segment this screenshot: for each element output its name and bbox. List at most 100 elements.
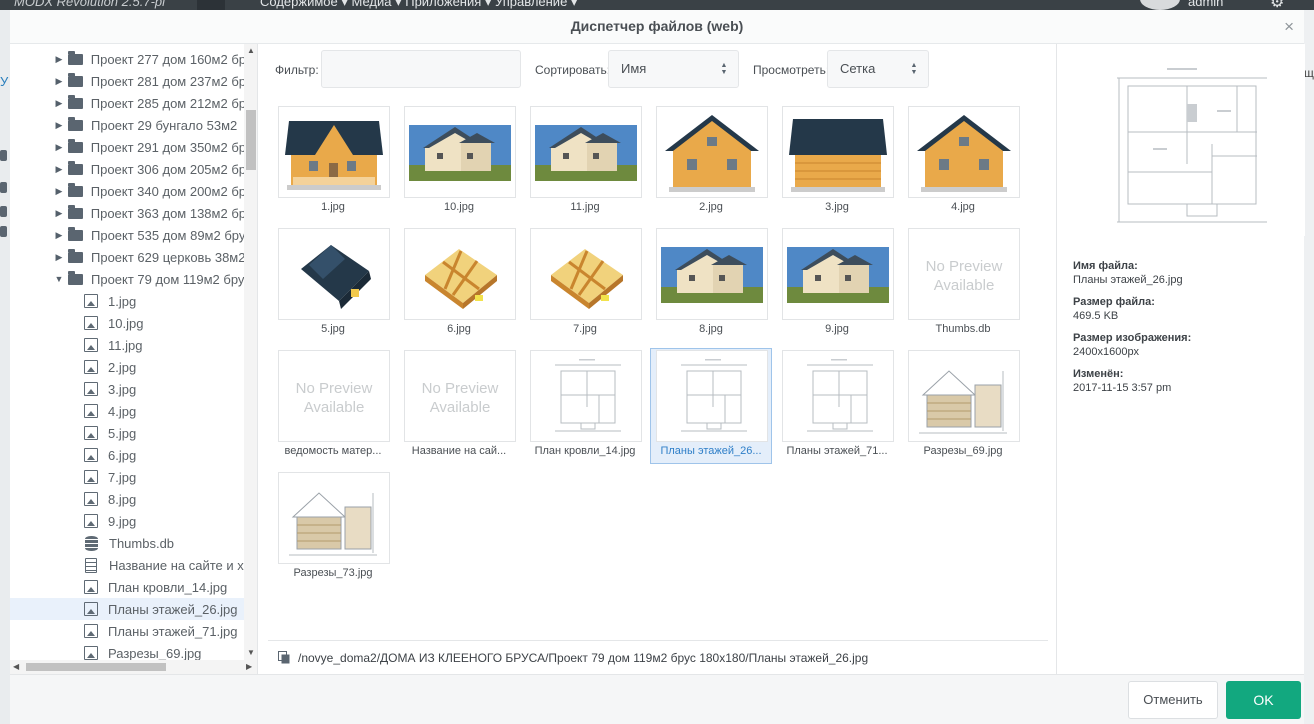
- search-icon[interactable]: [197, 0, 225, 10]
- tree-folder-item[interactable]: ▶ Проект 535 дом 89м2 бру: [10, 224, 246, 246]
- file-tile[interactable]: No Preview Available ведомость матер...: [272, 348, 394, 464]
- tree-file-item[interactable]: 10.jpg: [10, 312, 246, 334]
- thumbnail-image: [909, 351, 1019, 441]
- file-name: 9.jpg: [825, 323, 849, 335]
- file-tile[interactable]: 11.jpg: [524, 104, 646, 220]
- file-thumbnail[interactable]: [404, 106, 516, 198]
- tree-folder-item[interactable]: ▶ Проект 306 дом 205м2 бр: [10, 158, 246, 180]
- file-tile[interactable]: 10.jpg: [398, 104, 520, 220]
- user-name[interactable]: admin: [1188, 0, 1223, 9]
- file-thumbnail[interactable]: [278, 472, 390, 564]
- tree-file-item[interactable]: 9.jpg: [10, 510, 246, 532]
- tree-folder-item[interactable]: ▶ Проект 285 дом 212м2 бр: [10, 92, 246, 114]
- file-tile[interactable]: 4.jpg: [902, 104, 1024, 220]
- tree-file-item[interactable]: Разрезы_69.jpg: [10, 642, 246, 660]
- file-tile[interactable]: Разрезы_69.jpg: [902, 348, 1024, 464]
- tree-file-item[interactable]: 5.jpg: [10, 422, 246, 444]
- tree-folder-item[interactable]: ▶ Проект 629 церковь 38м2: [10, 246, 246, 268]
- tree-file-item[interactable]: 2.jpg: [10, 356, 246, 378]
- scrollbar-thumb[interactable]: [246, 110, 256, 170]
- tree-file-item[interactable]: 11.jpg: [10, 334, 246, 356]
- sort-select[interactable]: Имя ▲ ▼: [608, 50, 739, 88]
- file-tile[interactable]: План кровли_14.jpg: [524, 348, 646, 464]
- file-tile[interactable]: 6.jpg: [398, 226, 520, 342]
- file-tile[interactable]: Планы этажей_71...: [776, 348, 898, 464]
- caret-down-icon[interactable]: ▼: [52, 274, 66, 284]
- tree-file-item[interactable]: Название на сайте и х: [10, 554, 246, 576]
- caret-right-icon[interactable]: ▶: [52, 208, 66, 219]
- scroll-right-icon[interactable]: ▶: [246, 662, 252, 671]
- scroll-left-icon[interactable]: ◀: [13, 662, 19, 671]
- copy-icon[interactable]: [278, 651, 290, 664]
- caret-right-icon[interactable]: ▶: [52, 142, 66, 153]
- file-tile[interactable]: 9.jpg: [776, 226, 898, 342]
- tree-file-item[interactable]: 4.jpg: [10, 400, 246, 422]
- file-tile[interactable]: 7.jpg: [524, 226, 646, 342]
- tree-file-item[interactable]: Планы этажей_71.jpg: [10, 620, 246, 642]
- tree-folder-item[interactable]: ▶ Проект 281 дом 237м2 бр: [10, 70, 246, 92]
- file-tile[interactable]: 2.jpg: [650, 104, 772, 220]
- filter-input[interactable]: [321, 50, 521, 88]
- file-thumbnail[interactable]: No Preview Available: [404, 350, 516, 442]
- caret-right-icon[interactable]: ▶: [52, 230, 66, 241]
- ok-button[interactable]: OK: [1226, 681, 1301, 719]
- scrollbar-thumb[interactable]: [26, 663, 166, 671]
- tree-folder-item[interactable]: ▶ Проект 277 дом 160м2 бр: [10, 48, 246, 70]
- tree-file-item[interactable]: 1.jpg: [10, 290, 246, 312]
- tree-horizontal-scrollbar[interactable]: ◀ ▶: [10, 660, 258, 674]
- file-thumbnail[interactable]: [530, 106, 642, 198]
- tree-file-item[interactable]: Планы этажей_26.jpg: [10, 598, 246, 620]
- file-tile[interactable]: 3.jpg: [776, 104, 898, 220]
- tree-file-item[interactable]: 6.jpg: [10, 444, 246, 466]
- file-thumbnail[interactable]: [278, 106, 390, 198]
- tree-file-item[interactable]: Thumbs.db: [10, 532, 246, 554]
- app-main-menu[interactable]: Содержимое ▾ Медиа ▾ Приложения ▾ Управл…: [260, 0, 577, 10]
- close-icon[interactable]: ×: [1284, 18, 1294, 35]
- file-tile[interactable]: No Preview Available Название на сай...: [398, 348, 520, 464]
- file-thumbnail[interactable]: [530, 350, 642, 442]
- tree-file-item[interactable]: 8.jpg: [10, 488, 246, 510]
- scroll-down-icon[interactable]: ▼: [244, 648, 257, 657]
- file-thumbnail[interactable]: No Preview Available: [278, 350, 390, 442]
- caret-right-icon[interactable]: ▶: [52, 54, 66, 65]
- gear-icon[interactable]: ⚙: [1270, 0, 1284, 10]
- file-tile[interactable]: 5.jpg: [272, 226, 394, 342]
- caret-right-icon[interactable]: ▶: [52, 252, 66, 263]
- tree-vertical-scrollbar[interactable]: ▲ ▼: [244, 44, 257, 660]
- file-thumbnail[interactable]: [278, 228, 390, 320]
- tree-folder-item[interactable]: ▶ Проект 363 дом 138м2 бр: [10, 202, 246, 224]
- file-thumbnail[interactable]: No Preview Available: [908, 228, 1020, 320]
- file-thumbnail[interactable]: [908, 106, 1020, 198]
- file-tile[interactable]: 8.jpg: [650, 226, 772, 342]
- background-right-panel: щ: [1304, 10, 1314, 724]
- tree-file-item[interactable]: 7.jpg: [10, 466, 246, 488]
- file-tile[interactable]: No Preview Available Thumbs.db: [902, 226, 1024, 342]
- file-thumbnail[interactable]: [782, 228, 894, 320]
- cancel-button[interactable]: Отменить: [1128, 681, 1218, 719]
- file-thumbnail[interactable]: [656, 228, 768, 320]
- file-tile[interactable]: 1.jpg: [272, 104, 394, 220]
- caret-right-icon[interactable]: ▶: [52, 164, 66, 175]
- caret-right-icon[interactable]: ▶: [52, 98, 66, 109]
- tree-folder-item[interactable]: ▶ Проект 291 дом 350м2 бр: [10, 136, 246, 158]
- scroll-up-icon[interactable]: ▲: [244, 46, 257, 55]
- tree-folder-item[interactable]: ▶ Проект 340 дом 200м2 бр: [10, 180, 246, 202]
- caret-right-icon[interactable]: ▶: [52, 120, 66, 131]
- tree-file-item[interactable]: План кровли_14.jpg: [10, 576, 246, 598]
- file-thumbnail[interactable]: [656, 106, 768, 198]
- tree-folder-item[interactable]: ▶ Проект 29 бунгало 53м2: [10, 114, 246, 136]
- file-thumbnail[interactable]: [782, 350, 894, 442]
- file-thumbnail[interactable]: [404, 228, 516, 320]
- avatar[interactable]: [1140, 0, 1180, 10]
- file-thumbnail[interactable]: [908, 350, 1020, 442]
- caret-right-icon[interactable]: ▶: [52, 186, 66, 197]
- tree-file-item[interactable]: 3.jpg: [10, 378, 246, 400]
- caret-right-icon[interactable]: ▶: [52, 76, 66, 87]
- file-thumbnail[interactable]: [782, 106, 894, 198]
- file-tile[interactable]: Разрезы_73.jpg: [272, 470, 394, 586]
- file-thumbnail[interactable]: [656, 350, 768, 442]
- view-select[interactable]: Сетка ▲ ▼: [827, 50, 929, 88]
- tree-folder-item[interactable]: ▼ Проект 79 дом 119м2 бру: [10, 268, 246, 290]
- file-thumbnail[interactable]: [530, 228, 642, 320]
- file-tile[interactable]: Планы этажей_26...: [650, 348, 772, 464]
